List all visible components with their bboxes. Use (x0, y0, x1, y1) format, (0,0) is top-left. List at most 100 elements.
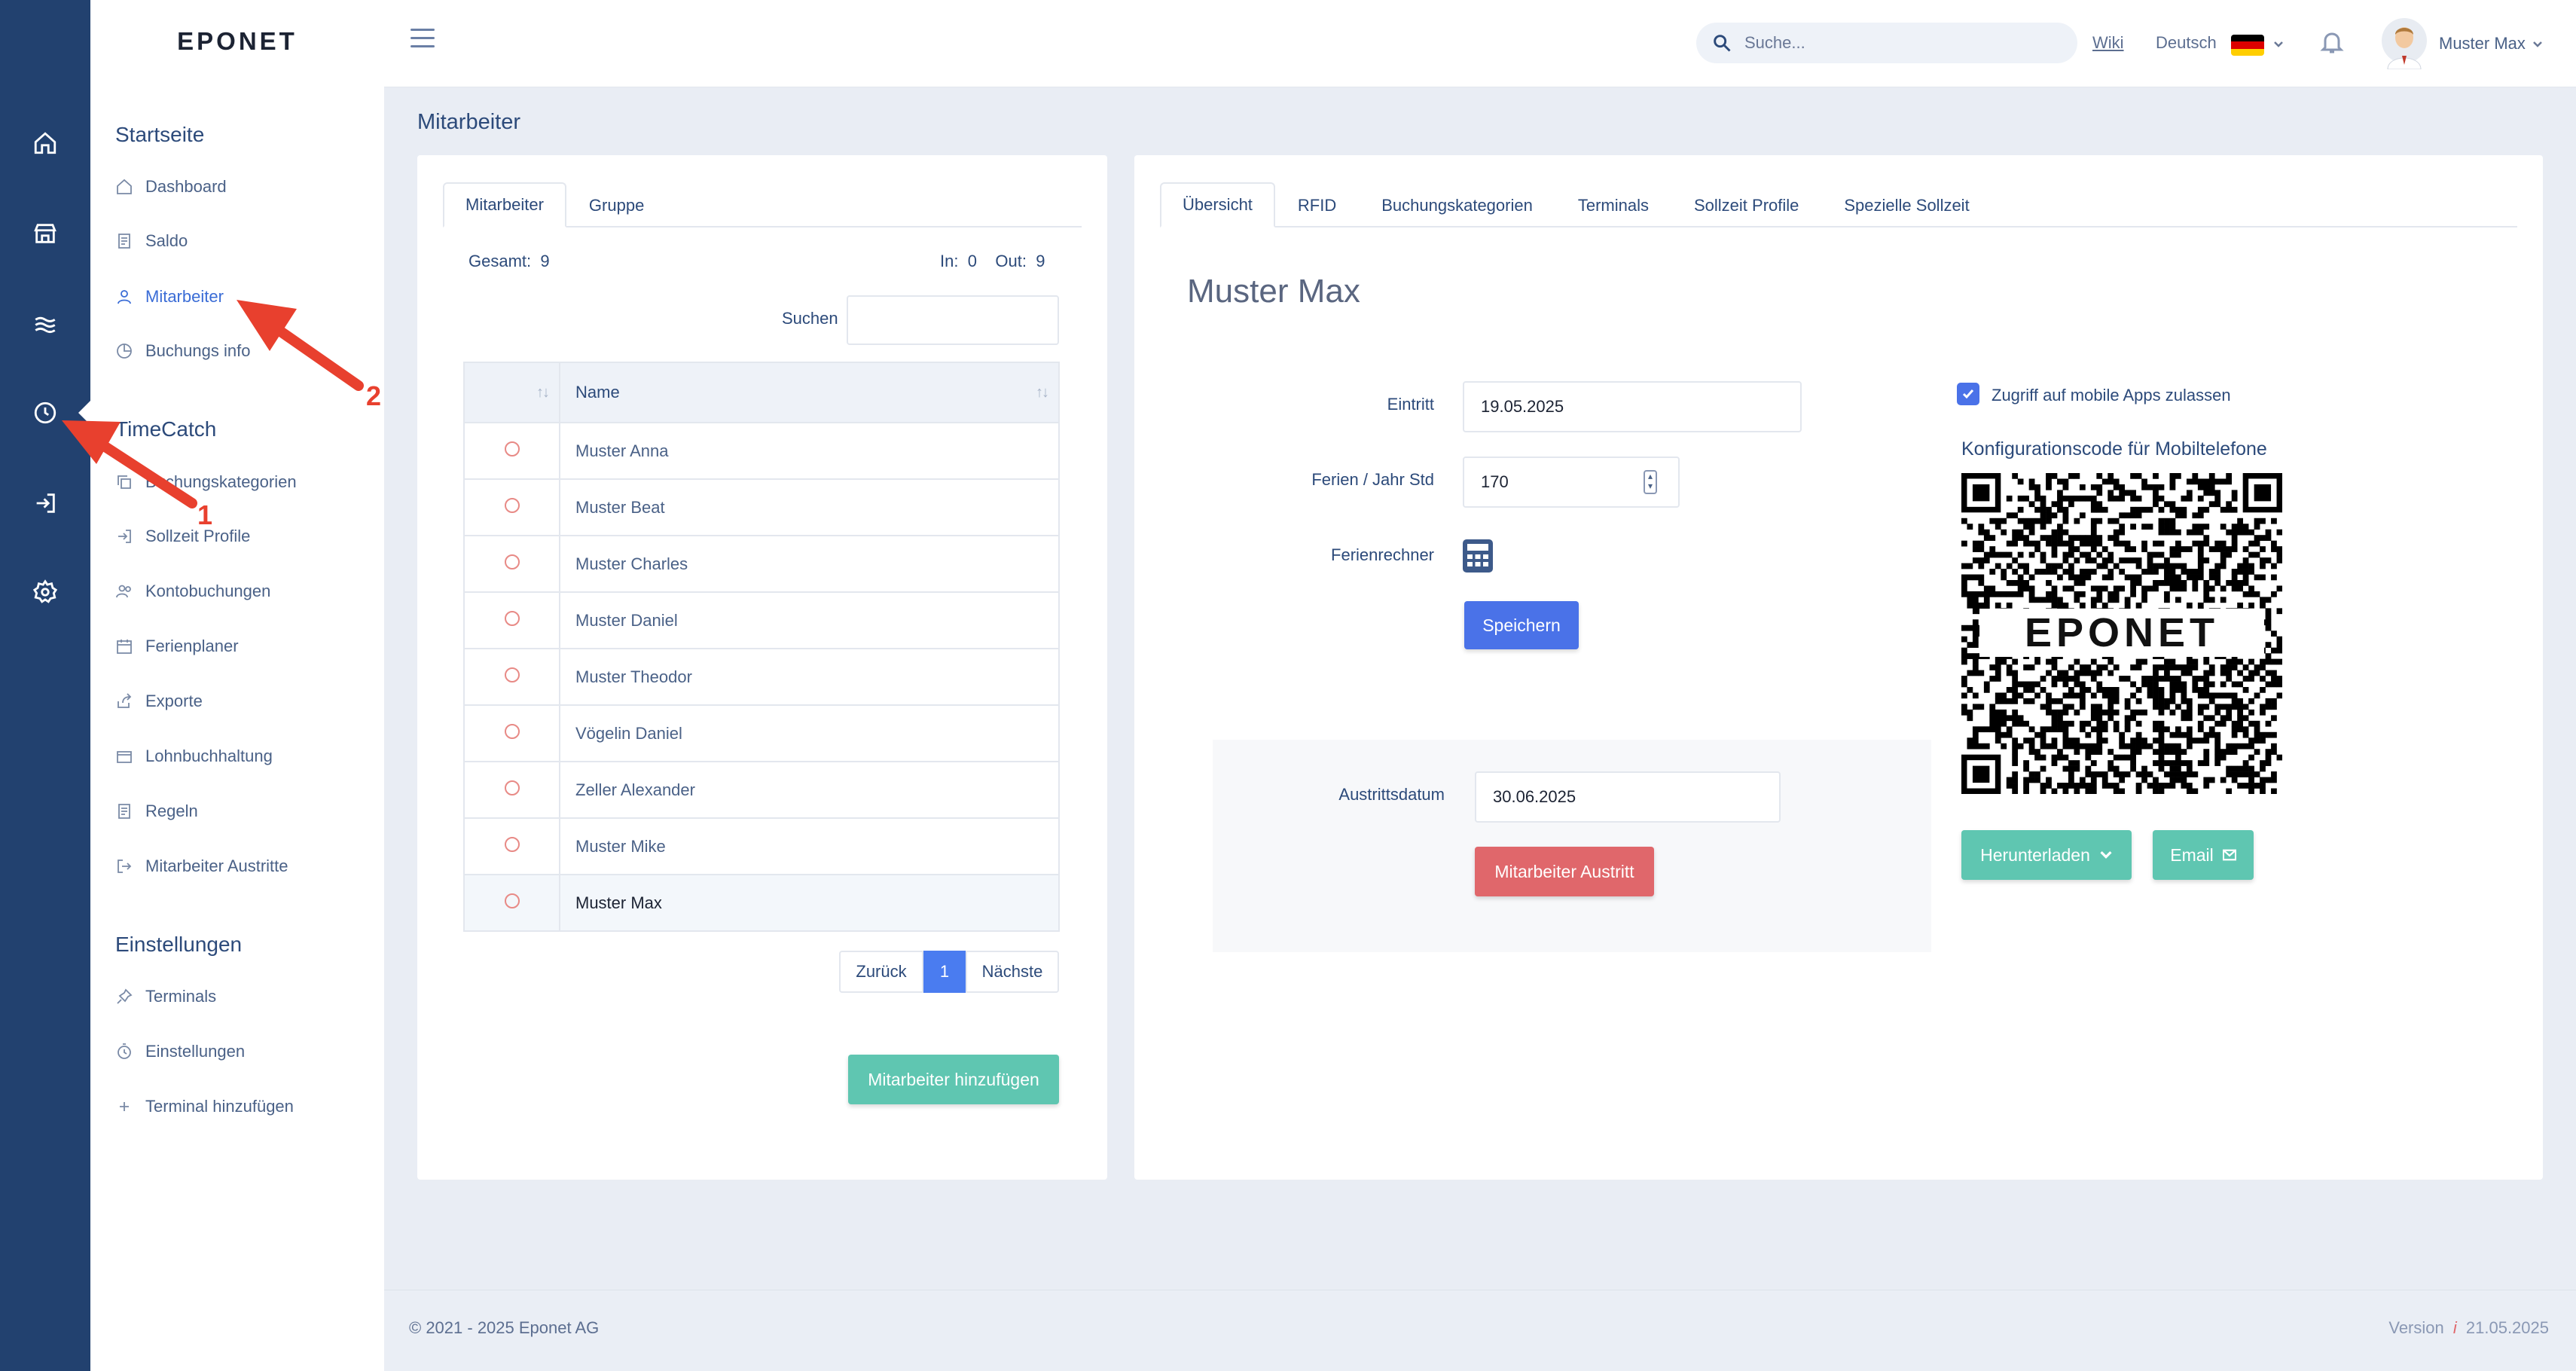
employee-name-cell[interactable]: Muster Anna (559, 422, 1060, 480)
logout-icon (118, 860, 132, 873)
pager-next-button[interactable]: Nächste (966, 951, 1059, 993)
sidebar-item-ferienplaner[interactable]: Ferienplaner (115, 631, 239, 661)
sidebar-item-regeln[interactable]: Regeln (115, 796, 198, 826)
status-radio-icon[interactable] (504, 780, 520, 795)
sidebar-item-kontobuchungen[interactable]: Kontobuchungen (115, 576, 270, 606)
status-radio-icon[interactable] (504, 441, 520, 456)
chevron-down-icon[interactable] (2273, 39, 2284, 50)
status-radio-icon[interactable] (504, 667, 520, 682)
sidebar-item-label: Regeln (145, 802, 198, 820)
sidebar-item-saldo[interactable]: Saldo (115, 226, 188, 256)
employee-name-cell[interactable]: Muster Mike (559, 817, 1060, 875)
row-select-cell[interactable] (463, 478, 560, 536)
sidebar-item-einstellungen[interactable]: Einstellungen (115, 1037, 245, 1067)
bell-icon[interactable] (2318, 29, 2346, 61)
sort-icon[interactable]: ↑↓ (1036, 384, 1049, 402)
status-radio-icon[interactable] (504, 836, 520, 852)
rail-clock-icon[interactable] (0, 375, 90, 450)
mobile-access-checkbox[interactable] (1957, 383, 1979, 405)
employee-name-cell[interactable]: Muster Daniel (559, 591, 1060, 649)
pager-current-page[interactable]: 1 (923, 951, 966, 993)
search-input[interactable] (1744, 33, 2031, 53)
table-row[interactable]: Muster Max (463, 874, 1060, 932)
table-row[interactable]: Zeller Alexander (463, 761, 1060, 819)
table-row[interactable]: Muster Beat (463, 478, 1060, 536)
name-column-header[interactable]: Name ↑↓ (559, 362, 1060, 423)
sidebar-item-buchungskategorien[interactable]: Buchungskategorien (115, 467, 297, 497)
tab-sollzeit-profile[interactable]: Sollzeit Profile (1671, 182, 1821, 227)
wiki-link[interactable]: Wiki (2092, 33, 2124, 53)
tab-spezielle-sollzeit[interactable]: Spezielle Sollzeit (1821, 182, 1992, 227)
table-row[interactable]: Vögelin Daniel (463, 704, 1060, 762)
status-radio-icon[interactable] (504, 497, 520, 513)
sidebar-item-exporte[interactable]: Exporte (115, 686, 203, 716)
select-column-header[interactable]: ↑↓ (463, 362, 560, 423)
rail-login-icon[interactable] (0, 466, 90, 541)
tab-terminals[interactable]: Terminals (1555, 182, 1671, 227)
employee-name-cell[interactable]: Zeller Alexander (559, 761, 1060, 819)
copy-icon (118, 475, 131, 489)
save-button[interactable]: Speichern (1464, 601, 1579, 649)
employee-exit-button[interactable]: Mitarbeiter Austritt (1475, 847, 1654, 896)
status-radio-icon[interactable] (504, 723, 520, 739)
user-menu[interactable]: Muster Max (2439, 34, 2526, 53)
row-select-cell[interactable] (463, 817, 560, 875)
german-flag-icon[interactable] (2231, 35, 2264, 56)
tab-mitarbeiter[interactable]: Mitarbeiter (443, 182, 566, 227)
sidebar-item-terminal-hinzufuegen[interactable]: Terminal hinzufügen (115, 1092, 294, 1122)
pager-previous-button[interactable]: Zurück (839, 951, 923, 993)
sidebar-item-terminals[interactable]: Terminals (115, 982, 216, 1012)
table-row[interactable]: Muster Charles (463, 535, 1060, 593)
row-select-cell[interactable] (463, 648, 560, 706)
table-row[interactable]: Muster Daniel (463, 591, 1060, 649)
language-selector[interactable]: Deutsch (2156, 33, 2217, 53)
global-search[interactable] (1696, 23, 2077, 63)
tab-gruppe[interactable]: Gruppe (566, 182, 667, 227)
avatar[interactable] (2382, 18, 2427, 70)
sidebar-item-dashboard[interactable]: Dashboard (115, 172, 227, 202)
hamburger-menu-icon[interactable] (411, 29, 435, 54)
login-icon (118, 530, 131, 543)
sort-icon[interactable]: ↑↓ (536, 384, 550, 402)
employee-name-cell[interactable]: Muster Theodor (559, 648, 1060, 706)
status-radio-icon[interactable] (504, 554, 520, 569)
employee-name-cell[interactable]: Muster Charles (559, 535, 1060, 593)
row-select-cell[interactable] (463, 535, 560, 593)
employee-name-cell[interactable]: Muster Beat (559, 478, 1060, 536)
employee-search-input[interactable] (847, 295, 1059, 345)
rail-store-icon[interactable] (0, 196, 90, 271)
status-radio-icon[interactable] (504, 610, 520, 626)
sidebar-item-mitarbeiter[interactable]: Mitarbeiter (115, 282, 224, 312)
tab-buchungskategorien[interactable]: Buchungskategorien (1359, 182, 1555, 227)
eponet-logo[interactable]: EPONET (90, 27, 384, 57)
sidebar-item-lohnbuchhaltung[interactable]: Lohnbuchhaltung (115, 741, 273, 771)
row-select-cell[interactable] (463, 874, 560, 932)
table-row[interactable]: Muster Mike (463, 817, 1060, 875)
status-radio-icon[interactable] (504, 893, 520, 908)
tab-rfid[interactable]: RFID (1275, 182, 1359, 227)
rail-settings-icon[interactable] (0, 554, 90, 630)
version-info: Version i 21.05.2025 (2388, 1318, 2549, 1338)
row-select-cell[interactable] (463, 422, 560, 480)
sidebar-item-mitarbeiter-austritte[interactable]: Mitarbeiter Austritte (115, 851, 288, 881)
number-stepper-icon[interactable]: ▴ ▾ (1644, 470, 1657, 494)
download-button[interactable]: Herunterladen (1961, 830, 2132, 880)
row-select-cell[interactable] (463, 704, 560, 762)
row-select-cell[interactable] (463, 591, 560, 649)
add-employee-button[interactable]: Mitarbeiter hinzufügen (848, 1055, 1059, 1104)
email-button[interactable]: Email (2153, 830, 2254, 880)
rail-home-icon[interactable] (0, 105, 90, 181)
table-row[interactable]: Muster Theodor (463, 648, 1060, 706)
sidebar-item-buchungs-info[interactable]: Buchungs info (115, 336, 250, 366)
rail-waves-icon[interactable] (0, 286, 90, 362)
employee-name-cell[interactable]: Vögelin Daniel (559, 704, 1060, 762)
tab-uebersicht[interactable]: Übersicht (1160, 182, 1275, 227)
exit-date-input[interactable] (1475, 771, 1781, 823)
row-select-cell[interactable] (463, 761, 560, 819)
sidebar-item-sollzeit-profile[interactable]: Sollzeit Profile (115, 521, 250, 551)
table-row[interactable]: Muster Anna (463, 422, 1060, 480)
chevron-down-icon[interactable] (2532, 39, 2543, 50)
employee-name-cell[interactable]: Muster Max (559, 874, 1060, 932)
entry-date-input[interactable] (1463, 381, 1802, 432)
calculator-icon[interactable] (1463, 539, 1493, 576)
